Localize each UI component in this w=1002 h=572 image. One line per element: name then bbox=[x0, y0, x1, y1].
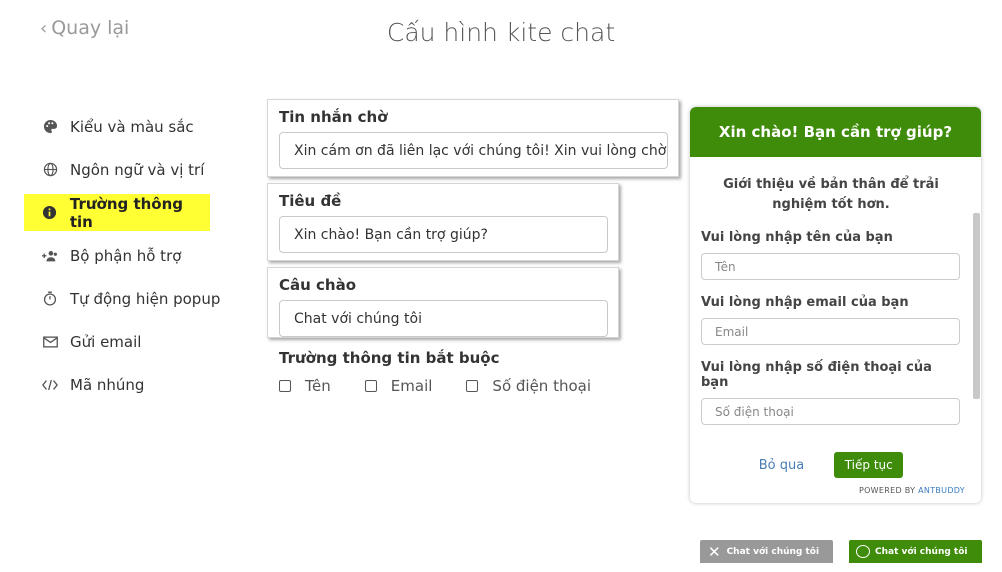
sidebar-item-label: Trường thông tin bbox=[69, 194, 184, 231]
required-option-name[interactable]: Tên bbox=[279, 377, 331, 395]
title-input[interactable]: Xin chào! Bạn cần trợ giúp? bbox=[279, 216, 608, 253]
sidebar: Kiểu và màu sắc Ngôn ngữ và vị trí Trườn… bbox=[24, 108, 224, 409]
sidebar-item-popup[interactable]: Tự động hiện popup bbox=[24, 280, 224, 317]
waiting-message-label: Tin nhắn chờ bbox=[279, 108, 388, 126]
brand-link[interactable]: ANTBUDDY bbox=[918, 486, 965, 495]
required-option-phone[interactable]: Số điện thoại bbox=[466, 377, 591, 395]
widget-intro: Giới thiệu về bản thân để trải nghiệm tố… bbox=[723, 177, 939, 212]
option-label: Số điện thoại bbox=[492, 377, 592, 395]
chat-bubble-icon bbox=[856, 545, 870, 558]
checkbox-email[interactable] bbox=[364, 380, 377, 392]
widget-scrollbar[interactable] bbox=[973, 213, 980, 399]
sidebar-item-style[interactable]: Kiểu và màu sắc bbox=[24, 108, 224, 145]
sidebar-item-embed[interactable]: Mã nhúng bbox=[24, 366, 224, 403]
close-icon: ✕ bbox=[708, 542, 721, 561]
required-option-email[interactable]: Email bbox=[364, 377, 433, 395]
powered-by-text: POWERED BY bbox=[858, 486, 916, 495]
sidebar-item-label: Kiểu và màu sắc bbox=[70, 117, 194, 136]
people-icon bbox=[42, 248, 58, 264]
sidebar-item-label: Gửi email bbox=[70, 332, 142, 351]
sidebar-item-label: Mã nhúng bbox=[70, 375, 145, 394]
phone-field-label: Vui lòng nhập số điện thoại của bạn bbox=[701, 360, 932, 390]
chat-tab-open[interactable]: Chat với chúng tôi bbox=[849, 540, 982, 563]
sidebar-item-label: Bộ phận hỗ trợ bbox=[70, 246, 182, 265]
email-field-label: Vui lòng nhập email của bạn bbox=[701, 295, 909, 310]
chat-preview-widget: Xin chào! Bạn cần trợ giúp? Giới thiệu v… bbox=[690, 107, 981, 503]
waiting-message-card: Tin nhắn chờ Xin cám ơn đã liên lạc với … bbox=[267, 99, 679, 177]
chat-tab-label: Chat với chúng tôi bbox=[726, 546, 820, 557]
required-fields-options: Tên Email Số điện thoại bbox=[279, 377, 625, 395]
greeting-label: Câu chào bbox=[279, 276, 357, 294]
code-icon bbox=[42, 377, 58, 393]
timer-icon bbox=[42, 291, 58, 307]
checkbox-name[interactable] bbox=[279, 380, 291, 392]
sidebar-item-fields[interactable]: Trường thông tin bbox=[24, 194, 210, 231]
chat-tab-label: Chat với chúng tôi bbox=[875, 546, 968, 557]
sidebar-item-label: Tự động hiện popup bbox=[70, 289, 221, 308]
info-icon bbox=[42, 205, 58, 221]
palette-icon bbox=[42, 119, 58, 135]
name-field-label: Vui lòng nhập tên của bạn bbox=[701, 230, 893, 245]
widget-body: Giới thiệu về bản thân để trải nghiệm tố… bbox=[690, 157, 981, 478]
title-label: Tiêu đề bbox=[279, 192, 342, 210]
skip-button[interactable]: Bỏ qua bbox=[759, 458, 804, 473]
widget-header: Xin chào! Bạn cần trợ giúp? bbox=[690, 107, 981, 157]
phone-input[interactable]: Số điện thoại bbox=[701, 398, 960, 425]
sidebar-item-label: Ngôn ngữ và vị trí bbox=[70, 160, 205, 179]
continue-button[interactable]: Tiếp tục bbox=[834, 452, 904, 478]
checkbox-phone[interactable] bbox=[466, 380, 479, 392]
email-input[interactable]: Email bbox=[701, 318, 960, 345]
sidebar-item-email[interactable]: Gửi email bbox=[24, 323, 224, 360]
sidebar-item-language[interactable]: Ngôn ngữ và vị trí bbox=[24, 151, 224, 188]
option-label: Email bbox=[390, 377, 433, 395]
mail-icon bbox=[42, 334, 58, 350]
page-title: Cấu hình kite chat bbox=[386, 18, 616, 47]
widget-actions: Bỏ qua Tiếp tục bbox=[701, 452, 961, 478]
greeting-input[interactable]: Chat với chúng tôi bbox=[279, 300, 608, 337]
powered-by: POWERED BY ANTBUDDY bbox=[859, 486, 965, 495]
title-card: Tiêu đề Xin chào! Bạn cần trợ giúp? bbox=[267, 183, 619, 261]
globe-icon bbox=[42, 162, 58, 178]
sidebar-item-support[interactable]: Bộ phận hỗ trợ bbox=[24, 237, 224, 274]
chat-tab-closed[interactable]: ✕ Chat với chúng tôi bbox=[700, 540, 833, 563]
greeting-card: Câu chào Chat với chúng tôi bbox=[267, 267, 619, 338]
required-fields-title: Trường thông tin bắt buộc bbox=[279, 349, 500, 367]
waiting-message-input[interactable]: Xin cám ơn đã liên lạc với chúng tôi! Xi… bbox=[279, 132, 668, 169]
name-input[interactable]: Tên bbox=[701, 253, 960, 280]
option-label: Tên bbox=[305, 377, 331, 395]
